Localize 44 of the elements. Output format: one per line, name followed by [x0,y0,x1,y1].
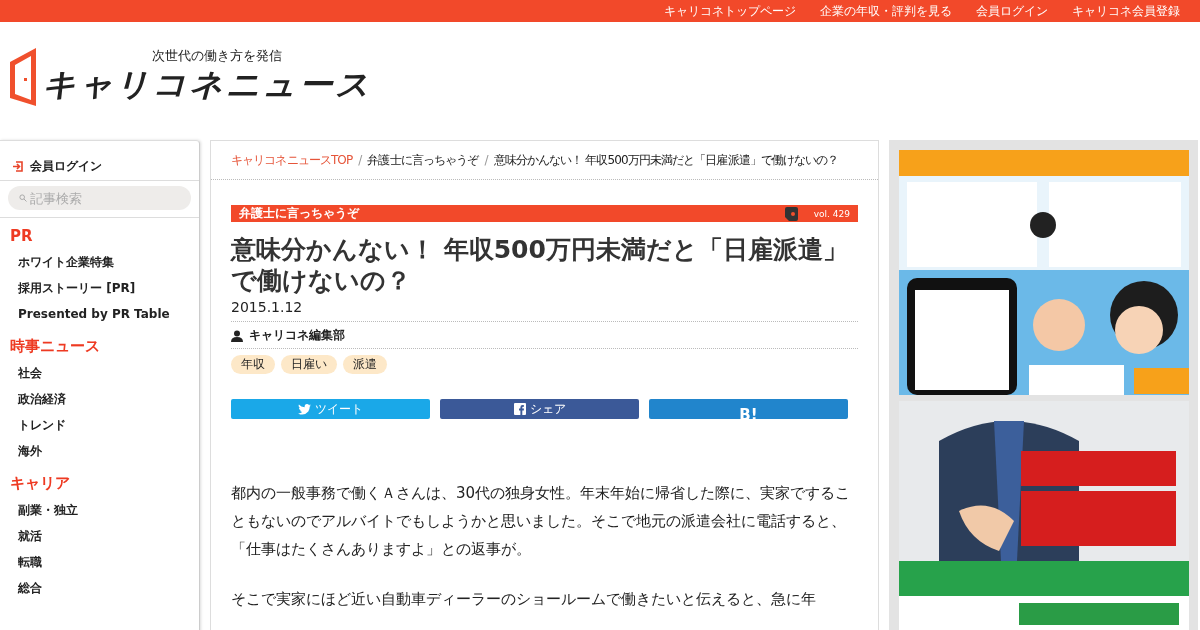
logo-text[interactable]: キャリコネニュース [42,67,372,101]
bird-icon [298,403,311,415]
sidebar-item[interactable]: Presented by PR Table [0,302,199,328]
breadcrumb-link[interactable]: 弁護士に言っちゃうぞ [367,152,479,168]
search-field[interactable]: 記事検索 [8,186,191,210]
sidebar-item[interactable]: トレンド [0,413,199,439]
breadcrumb-separator: / [484,153,488,167]
nav-link[interactable]: キャリコネトップページ [664,2,796,20]
login-icon [12,161,23,172]
author-name: キャリコネ編集部 [249,327,345,344]
door-logo-icon [10,48,36,106]
section-heading: キャリア [9,474,71,494]
article-paragraph: 都内の一般事務で働くＡさんは、30代の独身女性。年末年始に帰省した際に、実家ですることもないのでアルバイトでもしようかと思いました。そこで地元の派遣会社に電話すると、「仕事はたくさんありますよ」との返事が。 [231,483,852,560]
sidebar-item[interactable]: 就活 [0,524,199,550]
sidebar-item[interactable]: 副業・独立 [0,498,199,524]
current-page-label: 意味分かんない！ 年収500万円未満だと「日雇派遣」で働けないの？ [493,152,839,168]
tag-chip[interactable]: 年収 [231,355,275,374]
nav-link[interactable]: 企業の年収・評判を見る [820,2,952,20]
sidebar-item[interactable]: 転職 [0,550,199,576]
sidebar-item[interactable]: 政治経済 [0,387,199,413]
tagline: 次世代の働き方を発信 [151,47,283,65]
section-heading: PR [9,227,34,247]
breadcrumb-link[interactable]: キャリコネニュースTOP [231,152,353,168]
nav-link[interactable]: 会員ログイン [976,2,1048,20]
breadcrumb-separator: / [358,153,362,167]
section-heading: 時事ニュース [9,337,101,357]
sidebar-item[interactable]: 採用ストーリー [PR] [0,276,199,302]
series-title: 弁護士に言っちゃうぞ [239,205,361,222]
share-button[interactable]: シェア [440,399,639,419]
publish-date: 2015.1.12 [231,299,304,315]
tag-chip[interactable]: 派遣 [343,355,387,374]
sidebar-item[interactable]: 社会 [0,361,199,387]
volume-number: vol. 429 [813,208,850,219]
search-icon [19,194,27,202]
article-title: 意味分かんない！ 年収500万円未満だと「日雇派遣」で働けないの？ [231,234,849,296]
facebook-icon [513,403,526,415]
sidebar-item[interactable]: 総合 [0,576,199,602]
person-icon [231,329,243,342]
sidebar-item[interactable]: 海外 [0,439,199,465]
login-link[interactable]: 会員ログイン [30,158,102,175]
article-paragraph: そこで実家にほど近い自動車ディーラーのショールームで働きたいと伝えると、急に年 [231,589,817,610]
sidebar-item[interactable]: ホワイト企業特集 [0,250,199,276]
tag-chip[interactable]: 日雇い [281,355,337,374]
nav-link[interactable]: キャリコネ会員登録 [1072,2,1180,20]
